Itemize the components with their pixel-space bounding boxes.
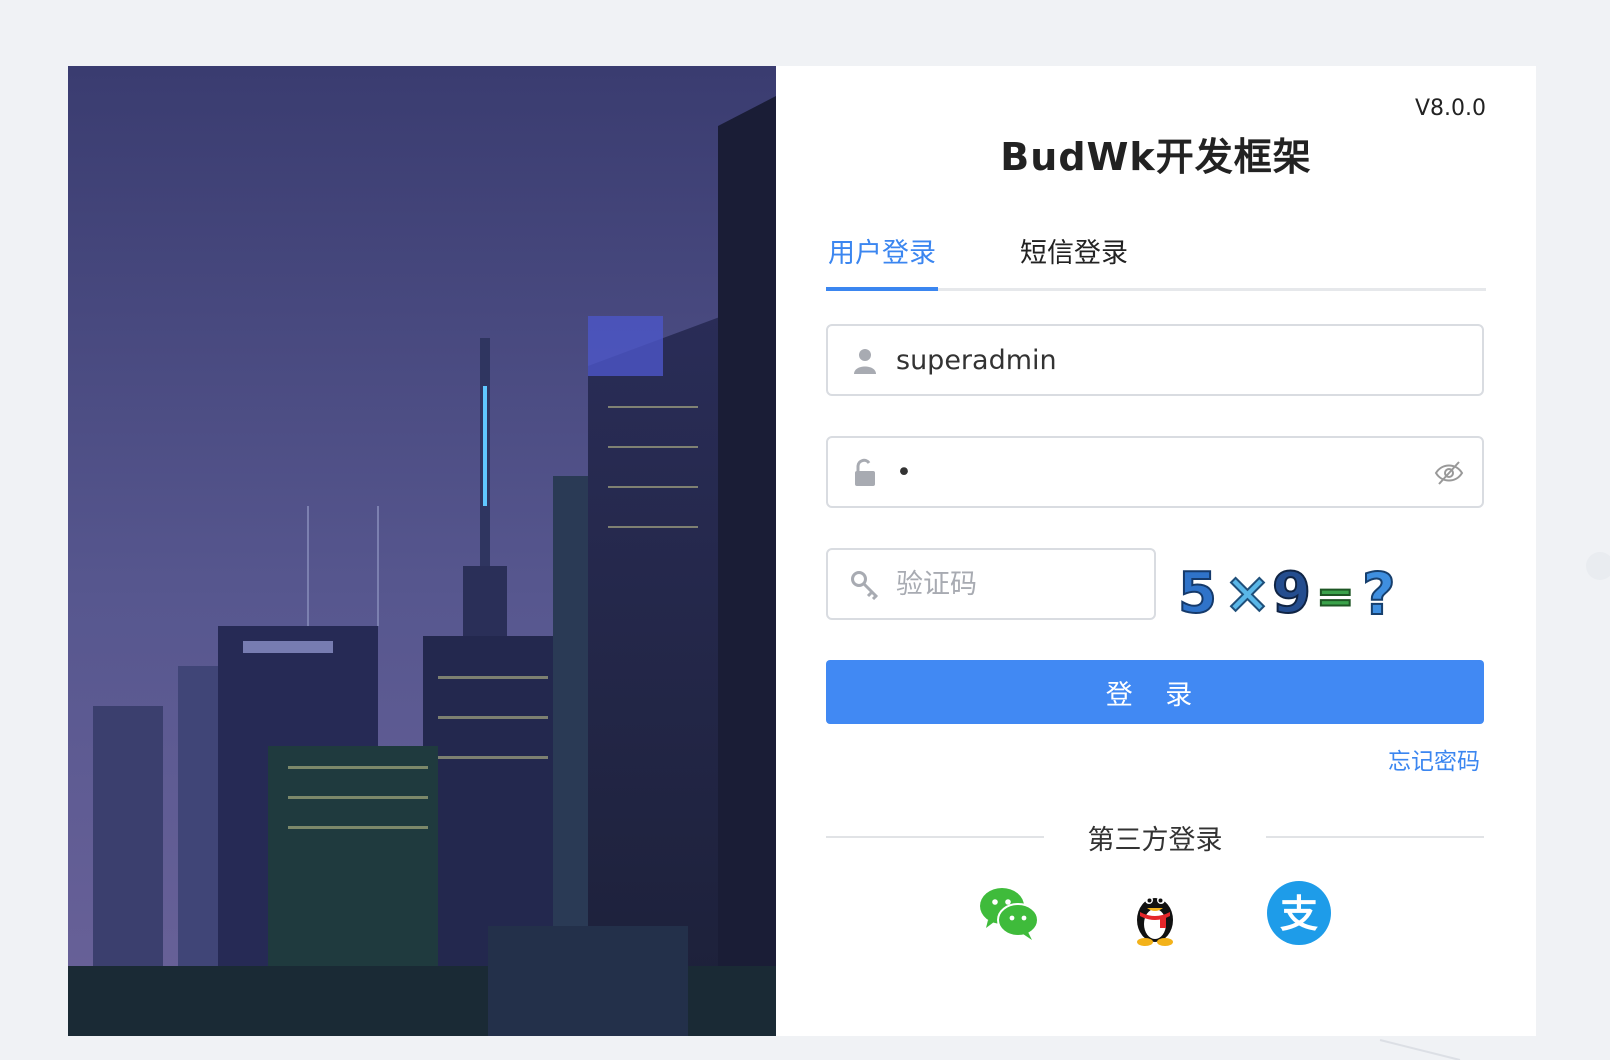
forgot-password-link[interactable]: 忘记密码 bbox=[1388, 742, 1480, 776]
svg-text:5: 5 bbox=[1178, 561, 1217, 626]
svg-text:支: 支 bbox=[1280, 892, 1318, 936]
qq-icon[interactable] bbox=[1122, 880, 1188, 946]
tab-sms-login[interactable]: 短信登录 bbox=[1018, 230, 1130, 288]
user-icon bbox=[854, 349, 876, 374]
captcha-input[interactable] bbox=[896, 550, 1136, 618]
login-button[interactable]: 登 录 bbox=[826, 660, 1484, 724]
svg-text:9: 9 bbox=[1272, 561, 1311, 626]
divider-line-right bbox=[1266, 836, 1484, 838]
wechat-icon[interactable] bbox=[976, 880, 1042, 946]
login-panel: V8.0.0 BudWk开发框架 用户登录 短信登录 superadmin • … bbox=[776, 66, 1536, 1036]
username-input[interactable] bbox=[896, 326, 1416, 394]
eye-off-icon[interactable] bbox=[1434, 460, 1464, 486]
password-input[interactable] bbox=[896, 438, 1416, 506]
third-party-divider: 第三方登录 bbox=[826, 818, 1484, 858]
username-field[interactable] bbox=[826, 324, 1484, 396]
svg-text:×: × bbox=[1224, 561, 1271, 626]
svg-text:?: ? bbox=[1362, 560, 1396, 628]
captcha-image[interactable]: 5 × 9 = ? bbox=[1176, 544, 1416, 628]
login-tabs: 用户登录 短信登录 bbox=[826, 230, 1486, 291]
version-label: V8.0.0 bbox=[1414, 96, 1486, 121]
page-title: BudWk开发框架 bbox=[1000, 135, 1312, 179]
password-field[interactable] bbox=[826, 436, 1484, 508]
key-icon bbox=[851, 571, 879, 600]
city-skyline-image bbox=[68, 66, 776, 1036]
unlock-icon bbox=[855, 458, 875, 486]
tab-user-login[interactable]: 用户登录 bbox=[826, 230, 938, 291]
alipay-icon[interactable]: 支 bbox=[1266, 880, 1332, 946]
login-card: V8.0.0 BudWk开发框架 用户登录 短信登录 superadmin • … bbox=[68, 66, 1536, 1036]
svg-text:=: = bbox=[1316, 569, 1355, 623]
captcha-field[interactable] bbox=[826, 548, 1156, 620]
